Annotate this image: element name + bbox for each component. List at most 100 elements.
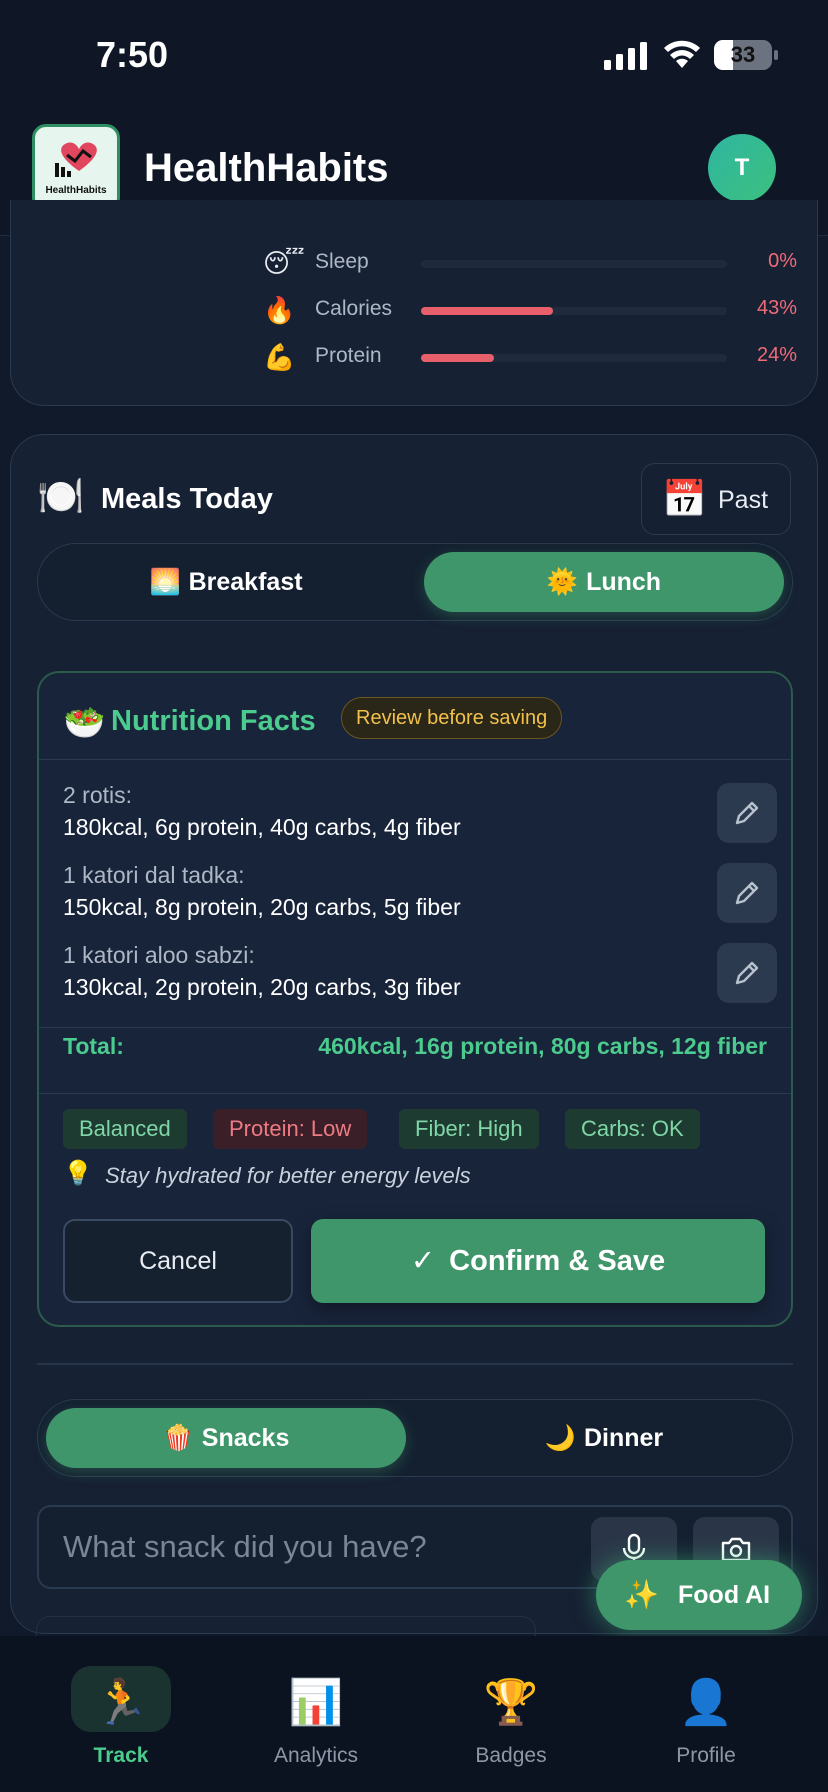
tag-carbs-ok: Carbs: OK	[565, 1109, 700, 1149]
battery-icon: 33	[714, 40, 772, 70]
food-item: 1 katori aloo sabzi: 130kcal, 2g protein…	[63, 939, 743, 1003]
sunrise-icon: 🌅	[149, 568, 181, 596]
tab-label: Breakfast	[188, 568, 303, 596]
tab-lunch[interactable]: 🌞 Lunch	[424, 552, 784, 612]
trophy-icon: 🏆	[483, 1678, 539, 1727]
pencil-icon	[735, 961, 759, 985]
metric-percent: 24%	[756, 344, 797, 366]
tab-label: Track	[93, 1744, 149, 1767]
meal-tabs-bottom: 🍿 Snacks 🌙 Dinner	[37, 1399, 793, 1477]
confirm-save-button[interactable]: ✓ Confirm & Save	[311, 1219, 765, 1303]
bottom-tab-bar: 🏃 Track 📊 Analytics 🏆 Badges 👤 Profile	[0, 1636, 828, 1792]
past-label: Past	[718, 486, 769, 514]
metric-calories: 🔥 Calories 43%	[263, 293, 803, 327]
food-item: 2 rotis: 180kcal, 6g protein, 40g carbs,…	[63, 779, 743, 843]
lightbulb-icon: 💡	[63, 1160, 93, 1187]
status-time: 7:50	[96, 34, 169, 75]
divider	[39, 759, 791, 760]
app-title: HealthHabits	[144, 146, 389, 190]
cancel-button[interactable]: Cancel	[63, 1219, 293, 1303]
tab-breakfast[interactable]: 🌅 Breakfast	[46, 552, 406, 612]
total-value: 460kcal, 16g protein, 80g carbs, 12g fib…	[318, 1033, 767, 1059]
pencil-icon	[735, 801, 759, 825]
tab-analytics[interactable]: 📊 Analytics	[231, 1666, 401, 1776]
food-detail: 150kcal, 8g protein, 20g carbs, 5g fiber	[63, 894, 461, 920]
tab-track[interactable]: 🏃 Track	[36, 1666, 206, 1776]
runner-icon: 🏃	[93, 1678, 149, 1727]
tab-label: Analytics	[273, 1744, 359, 1767]
food-item: 1 katori dal tadka: 150kcal, 8g protein,…	[63, 859, 743, 923]
app-logo: HealthHabits	[32, 124, 120, 212]
moon-icon: 🌙	[544, 1424, 576, 1452]
popcorn-icon: 🍿	[162, 1424, 194, 1452]
progress-fill	[421, 307, 553, 315]
review-badge: Review before saving	[341, 697, 563, 739]
status-bar: 7:50 33	[0, 0, 828, 100]
tab-badges[interactable]: 🏆 Badges	[426, 1666, 596, 1776]
sparkles-icon: ✨	[624, 1579, 659, 1610]
progress-track	[421, 260, 727, 268]
divider	[37, 1363, 793, 1365]
metric-sleep: 😴 Sleep 0%	[263, 246, 803, 280]
salad-icon: 🥗	[63, 704, 106, 742]
battery-level: 33	[730, 42, 756, 67]
heart-chart-logo-icon	[55, 142, 97, 177]
tab-profile[interactable]: 👤 Profile	[621, 1666, 791, 1776]
tag-protein-low: Protein: Low	[213, 1109, 368, 1149]
total-label: Total:	[63, 1033, 124, 1059]
checkmark-icon: ✓	[410, 1245, 436, 1277]
cellular-signal-icon	[604, 42, 647, 70]
snack-input[interactable]	[63, 1525, 533, 1569]
logo-text: HealthHabits	[45, 185, 107, 196]
edit-item-button[interactable]	[717, 943, 777, 1003]
wifi-icon	[664, 40, 700, 68]
tab-label: Lunch	[586, 568, 662, 596]
daily-progress-card: 😴 Sleep 0% 🔥 Calories 43% 💪 Protein 24%	[10, 200, 818, 406]
metric-percent: 43%	[756, 297, 797, 319]
progress-track	[421, 354, 727, 362]
edit-item-button[interactable]	[717, 783, 777, 843]
meal-tabs-top: 🌅 Breakfast 🌞 Lunch	[37, 543, 793, 621]
progress-fill	[421, 354, 495, 362]
confirm-label: Confirm & Save	[449, 1245, 666, 1277]
sun-icon: 🌞	[546, 568, 579, 596]
tab-label: Snacks	[201, 1424, 290, 1452]
tip-text: Stay hydrated for better energy levels	[105, 1163, 471, 1188]
metric-label: Calories	[315, 297, 393, 320]
tag-fiber-high: Fiber: High	[399, 1109, 539, 1149]
past-meals-button[interactable]: 📅 Past	[641, 463, 791, 535]
pencil-icon	[735, 881, 759, 905]
food-name: 2 rotis:	[63, 782, 133, 808]
metric-label: Protein	[315, 344, 382, 367]
tab-label: Dinner	[583, 1424, 664, 1452]
next-card-edge	[36, 1616, 536, 1636]
meals-today-card: 🍽️ Meals Today 📅 Past 🌅 Breakfast 🌞 Lunch …	[10, 434, 818, 1634]
food-ai-button[interactable]: ✨ Food AI	[596, 1560, 802, 1630]
tab-dinner[interactable]: 🌙 Dinner	[424, 1408, 784, 1468]
nutrition-title: Nutrition Facts	[111, 705, 316, 737]
divider	[39, 1027, 791, 1028]
metric-percent: 0%	[768, 250, 797, 272]
fire-icon: 🔥	[263, 295, 296, 325]
food-name: 1 katori dal tadka:	[63, 862, 245, 888]
user-icon: 👤	[678, 1678, 734, 1727]
progress-track	[421, 307, 727, 315]
food-detail: 130kcal, 2g protein, 20g carbs, 3g fiber	[63, 974, 461, 1000]
tab-label: Profile	[676, 1744, 736, 1767]
meals-title: Meals Today	[101, 483, 273, 515]
food-ai-label: Food AI	[678, 1581, 771, 1609]
calendar-icon: 📅	[662, 478, 707, 519]
bar-chart-icon: 📊	[288, 1678, 344, 1727]
food-name: 1 katori aloo sabzi:	[63, 942, 255, 968]
nutrition-facts-card: 🥗 Nutrition Facts Review before saving 2…	[37, 671, 793, 1327]
sleep-icon: 😴	[263, 248, 305, 278]
food-detail: 180kcal, 6g protein, 40g carbs, 4g fiber	[63, 814, 461, 840]
user-avatar[interactable]: T	[708, 134, 776, 202]
edit-item-button[interactable]	[717, 863, 777, 923]
flexed-arm-icon: 💪	[263, 342, 296, 372]
tab-snacks[interactable]: 🍿 Snacks	[46, 1408, 406, 1468]
tag-balanced: Balanced	[63, 1109, 187, 1149]
metric-protein: 💪 Protein 24%	[263, 340, 803, 374]
tab-label: Badges	[475, 1744, 547, 1767]
plate-icon: 🍽️	[37, 476, 85, 518]
